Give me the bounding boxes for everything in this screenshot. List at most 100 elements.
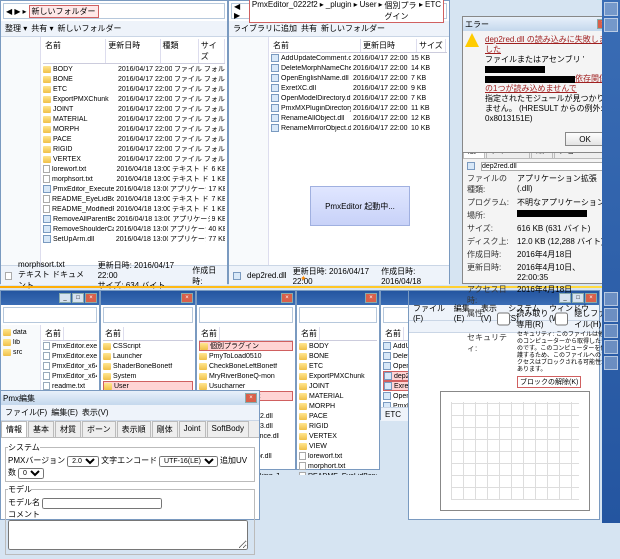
breadcrumb[interactable]: [103, 307, 193, 323]
breadcrumb[interactable]: [3, 307, 97, 323]
taskbar-btn[interactable]: [604, 18, 618, 32]
version-select[interactable]: 2.0: [67, 456, 99, 467]
list-item[interactable]: loreworf.txt2016/04/18 13:00テキスト ドキュメント6…: [43, 164, 225, 174]
list-item[interactable]: RemoveAllParentBone.dll2016/04/18 13:00ア…: [43, 214, 225, 224]
tab-7[interactable]: SoftBody: [207, 421, 249, 437]
list-item[interactable]: JOINT: [299, 381, 377, 391]
taskbar-btn[interactable]: [604, 2, 618, 16]
list-item[interactable]: README_ModifiedPlus.txt2016/04/18 13:00テ…: [43, 204, 225, 214]
filename-input[interactable]: [481, 162, 607, 171]
tab-1[interactable]: 基本: [28, 421, 54, 437]
taskbar-btn[interactable]: [604, 324, 618, 338]
list-item[interactable]: README_EyeLidBone.txt: [299, 471, 377, 475]
list-item[interactable]: ExportPMXChunk: [299, 371, 377, 381]
readonly-check[interactable]: [497, 308, 510, 330]
list-item[interactable]: MORPH2016/04/17 22:00ファイル フォル...: [43, 124, 225, 134]
list-item[interactable]: PmxEditor_x64.exe.config: [43, 371, 97, 381]
tab-3[interactable]: ボーン: [82, 421, 116, 437]
taskbar-btn[interactable]: [604, 308, 618, 322]
list-item[interactable]: MATERIAL2016/04/17 22:00ファイル フォル...: [43, 114, 225, 124]
breadcrumb[interactable]: ◀ ▶▸新しいフォルダー: [3, 3, 225, 19]
tree-pane[interactable]: [1, 37, 41, 265]
list-item[interactable]: BODY2016/04/17 22:00ファイル フォル...: [43, 64, 225, 74]
list-item[interactable]: ExportPMXChunk2016/04/17 22:00ファイル フォル..…: [43, 94, 225, 104]
list-item[interactable]: RemoveShoulderCancel.dll2016/04/18 13:00…: [43, 224, 225, 234]
tab-0[interactable]: 情報: [1, 421, 27, 437]
3d-viewport[interactable]: [440, 391, 590, 511]
list-item[interactable]: CheckBoneLeftBonetf: [199, 361, 293, 371]
close-button[interactable]: ×: [245, 393, 257, 403]
list-item[interactable]: OpenModelDirectory.dll2016/04/17 22:007 …: [271, 93, 447, 103]
list-item[interactable]: BONE2016/04/17 22:00ファイル フォル...: [43, 74, 225, 84]
list-item[interactable]: RenameMirrorObject.dll2016/04/17 22:0010…: [271, 123, 447, 133]
tab-6[interactable]: Joint: [179, 421, 206, 437]
tree-pane[interactable]: [229, 37, 269, 265]
encoding-select[interactable]: UTF-16(LE): [159, 456, 218, 467]
list-item[interactable]: PmxEditor.exe: [43, 341, 97, 351]
list-item[interactable]: morphort.txt: [299, 461, 377, 471]
breadcrumb[interactable]: ◀ ▶ PmxEditor_0222f2▸_plugin▸User▸個別プラグイ…: [231, 3, 447, 19]
menu-file[interactable]: ファイル(F): [413, 303, 450, 323]
list-item[interactable]: PmyToLoad0510: [199, 351, 293, 361]
hidden-check[interactable]: [555, 308, 568, 330]
close-button[interactable]: ×: [85, 293, 97, 303]
list-item[interactable]: PmxEditor_ExecuteBone.dll2016/04/18 13:0…: [43, 184, 225, 194]
tab-5[interactable]: 剛体: [152, 421, 178, 437]
tab-2[interactable]: 材質: [55, 421, 81, 437]
list-item[interactable]: ETC: [299, 361, 377, 371]
list-item[interactable]: AddUpdateComment.dll2016/04/17 22:0015 K…: [271, 53, 447, 63]
list-item[interactable]: RenameAllObject.dll2016/04/17 22:0012 KB: [271, 113, 447, 123]
list-item[interactable]: MryRiverBoneQ-mon: [199, 371, 293, 381]
taskbar-btn[interactable]: [604, 356, 618, 370]
list-item[interactable]: VERTEX2016/04/17 22:00ファイル フォル...: [43, 154, 225, 164]
tab-4[interactable]: 表示順: [117, 421, 151, 437]
list-item[interactable]: BONE: [299, 351, 377, 361]
modelname-input[interactable]: [42, 498, 162, 509]
close-button[interactable]: ×: [281, 293, 293, 303]
breadcrumb[interactable]: [299, 307, 377, 323]
list-item[interactable]: BODY: [299, 341, 377, 351]
file-list[interactable]: 名前更新日時サイズ AddUpdateComment.dll2016/04/17…: [269, 37, 449, 265]
list-item[interactable]: Launcher: [103, 351, 193, 361]
ok-button[interactable]: OK: [565, 132, 605, 146]
list-item[interactable]: PmxEditor.exe.config: [43, 351, 97, 361]
close-button[interactable]: ×: [365, 293, 377, 303]
list-item[interactable]: PmxMXPluginDirectory.dll2016/04/17 22:00…: [271, 103, 447, 113]
list-item[interactable]: loreworf.txt: [299, 451, 377, 461]
uv-select[interactable]: 0: [18, 468, 44, 479]
list-item[interactable]: MORPH: [299, 401, 377, 411]
list-item[interactable]: ShaderBoneBonetf: [103, 361, 193, 371]
list-item[interactable]: 個別プラグイン: [199, 341, 293, 351]
menu-file[interactable]: ファイル(F): [5, 407, 47, 418]
max-button[interactable]: □: [72, 293, 84, 303]
unblock-button[interactable]: ブロックの解除(K): [517, 376, 581, 388]
list-item[interactable]: ExretXC.dll2016/04/17 22:009 KB: [271, 83, 447, 93]
list-item[interactable]: VIEW: [299, 441, 377, 451]
close-button[interactable]: ×: [181, 293, 193, 303]
list-item[interactable]: VERTEX: [299, 431, 377, 441]
list-item[interactable]: DeleteMorphNameCheck.dll2016/04/17 22:00…: [271, 63, 447, 73]
list-item[interactable]: SetUpArm.dll2016/04/18 13:00アプリケーション拡張77…: [43, 234, 225, 244]
list-item[interactable]: PmxEditor_x64.exe: [43, 361, 97, 371]
breadcrumb[interactable]: [199, 307, 293, 323]
list-item[interactable]: MATERIAL: [299, 391, 377, 401]
list-item[interactable]: RIGID2016/04/17 22:00ファイル フォル...: [43, 144, 225, 154]
list-item[interactable]: System: [103, 371, 193, 381]
menu-edit[interactable]: 編集(E): [51, 407, 78, 418]
list-item[interactable]: CSScript: [103, 341, 193, 351]
list-item[interactable]: ETC2016/04/17 22:00ファイル フォル...: [43, 84, 225, 94]
list-item[interactable]: PACE2016/04/17 22:00ファイル フォル...: [43, 134, 225, 144]
list-item[interactable]: PACE: [299, 411, 377, 421]
list-item[interactable]: OpenEnglishName.dll2016/04/17 22:007 KB: [271, 73, 447, 83]
file-list[interactable]: 名前 BODYBONEETCExportPMXChunkJOINTMATERIA…: [297, 325, 379, 475]
menu-view[interactable]: 表示(V): [82, 407, 109, 418]
comment-textarea[interactable]: [8, 520, 248, 550]
list-item[interactable]: README_EyeLidBone.txt2016/04/18 13:00テキス…: [43, 194, 225, 204]
list-item[interactable]: JOINT2016/04/17 22:00ファイル フォル...: [43, 104, 225, 114]
min-button[interactable]: _: [59, 293, 71, 303]
list-item[interactable]: RIGID: [299, 421, 377, 431]
file-list[interactable]: 名前更新日時種類サイズ BODY2016/04/17 22:00ファイル フォル…: [41, 37, 227, 265]
taskbar-btn[interactable]: [604, 340, 618, 354]
taskbar-btn[interactable]: [604, 292, 618, 306]
list-item[interactable]: morphsort.txt2016/04/18 13:00テキスト ドキュメント…: [43, 174, 225, 184]
